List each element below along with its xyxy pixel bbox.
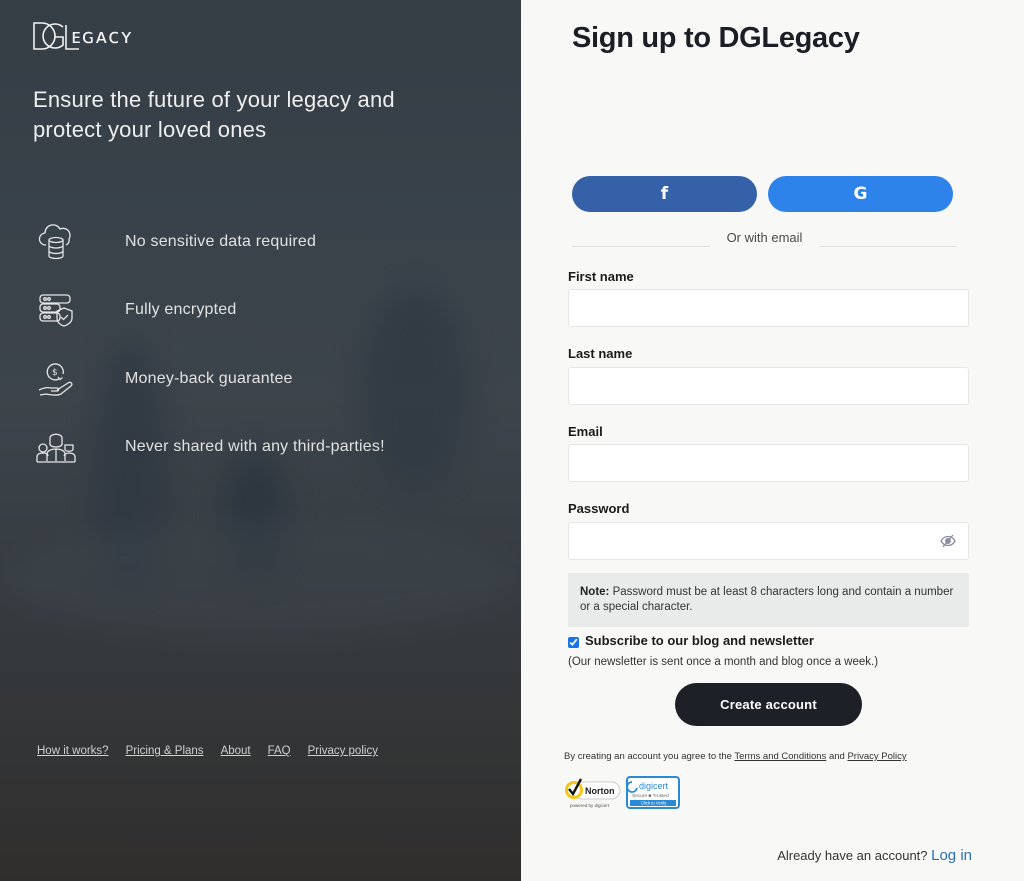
- terms-and: and: [826, 751, 848, 762]
- last-name-label: Last name: [568, 346, 633, 361]
- svg-text:Click to Verify: Click to Verify: [641, 801, 667, 806]
- svg-text:$: $: [52, 368, 58, 378]
- last-name-input[interactable]: [569, 368, 968, 404]
- last-name-field-wrapper: [568, 367, 969, 405]
- digicert-badge[interactable]: digicert Secure ■ Trusted Click to Verif…: [626, 776, 680, 809]
- feature-item: No sensitive data required: [36, 222, 316, 262]
- email-field-wrapper: [568, 444, 969, 482]
- footer-link-faq[interactable]: FAQ: [268, 745, 291, 757]
- password-input[interactable]: [569, 523, 968, 559]
- svg-text:Secure ■ Trusted: Secure ■ Trusted: [632, 793, 669, 799]
- footer-link-about[interactable]: About: [221, 745, 251, 757]
- password-label: Password: [568, 501, 630, 516]
- tagline: Ensure the future of your legacy and pro…: [33, 87, 395, 142]
- divider-text: Or with email: [726, 230, 803, 245]
- note-label: Note:: [580, 586, 610, 598]
- first-name-label: First name: [568, 269, 634, 284]
- privacy-policy-link[interactable]: Privacy Policy: [847, 751, 906, 762]
- people-group-icon: [36, 427, 76, 467]
- google-signup-button[interactable]: G: [768, 176, 953, 212]
- norton-badge[interactable]: Norton powered by digicert: [564, 776, 621, 809]
- signup-panel: Sign up to DGLegacy f G Or with email Fi…: [521, 0, 1024, 881]
- footer-nav: How it works? Pricing & Plans About FAQ …: [37, 745, 378, 757]
- first-name-field-wrapper: [568, 289, 969, 327]
- norton-text: Norton: [585, 786, 615, 796]
- toggle-password-visibility-icon[interactable]: [940, 533, 956, 549]
- cloud-database-icon: [36, 222, 76, 262]
- terms-link[interactable]: Terms and Conditions: [734, 751, 826, 762]
- divider-line: [572, 246, 710, 247]
- terms-text: By creating an account you agree to the …: [564, 751, 907, 762]
- subscribe-checkbox[interactable]: [568, 636, 579, 648]
- server-shield-icon: [36, 290, 76, 330]
- logo[interactable]: ᴇɢᴀᴄʏ: [33, 20, 133, 52]
- feature-item: $ Money-back guarantee: [36, 359, 292, 399]
- feature-text: No sensitive data required: [125, 233, 317, 250]
- subscribe-note: (Our newsletter is sent once a month and…: [568, 656, 879, 668]
- feature-text: Fully encrypted: [125, 301, 237, 318]
- first-name-input[interactable]: [569, 290, 968, 326]
- svg-text:digicert: digicert: [639, 781, 669, 791]
- feature-item: Fully encrypted: [36, 290, 236, 330]
- feature-text: Never shared with any third-parties!: [125, 438, 385, 455]
- login-prompt-text: Already have an account?: [777, 848, 932, 863]
- page-title: Sign up to DGLegacy: [572, 22, 860, 54]
- note-text: Password must be at least 8 characters l…: [580, 586, 954, 613]
- feature-item: Never shared with any third-parties!: [36, 427, 385, 467]
- facebook-icon: f: [660, 184, 669, 204]
- hero-panel: ᴇɢᴀᴄʏ Ensure the future of your legacy a…: [0, 0, 521, 881]
- terms-prefix: By creating an account you agree to the: [564, 751, 735, 762]
- email-input[interactable]: [569, 445, 968, 481]
- create-account-button[interactable]: Create account: [675, 683, 862, 726]
- password-requirements-note: Note: Password must be at least 8 charac…: [568, 573, 969, 627]
- subscribe-label[interactable]: Subscribe to our blog and newsletter: [585, 633, 814, 648]
- money-back-hand-icon: $: [36, 359, 76, 399]
- facebook-signup-button[interactable]: f: [572, 176, 757, 212]
- feature-text: Money-back guarantee: [125, 370, 293, 387]
- password-field-wrapper: [568, 522, 969, 560]
- trust-badges: Norton powered by digicert digicert Secu…: [564, 776, 680, 809]
- email-label: Email: [568, 424, 603, 439]
- subscribe-row: Subscribe to our blog and newsletter: [568, 633, 814, 648]
- google-icon: G: [853, 184, 868, 204]
- divider-line: [819, 246, 957, 247]
- login-link[interactable]: Log in: [931, 847, 972, 864]
- footer-link-how-it-works[interactable]: How it works?: [37, 745, 109, 757]
- footer-link-pricing[interactable]: Pricing & Plans: [126, 745, 204, 757]
- login-prompt: Already have an account? Log in: [777, 847, 972, 864]
- footer-link-privacy[interactable]: Privacy policy: [308, 745, 378, 757]
- or-divider: Or with email: [572, 229, 957, 247]
- svg-text:powered by digicert: powered by digicert: [570, 803, 610, 808]
